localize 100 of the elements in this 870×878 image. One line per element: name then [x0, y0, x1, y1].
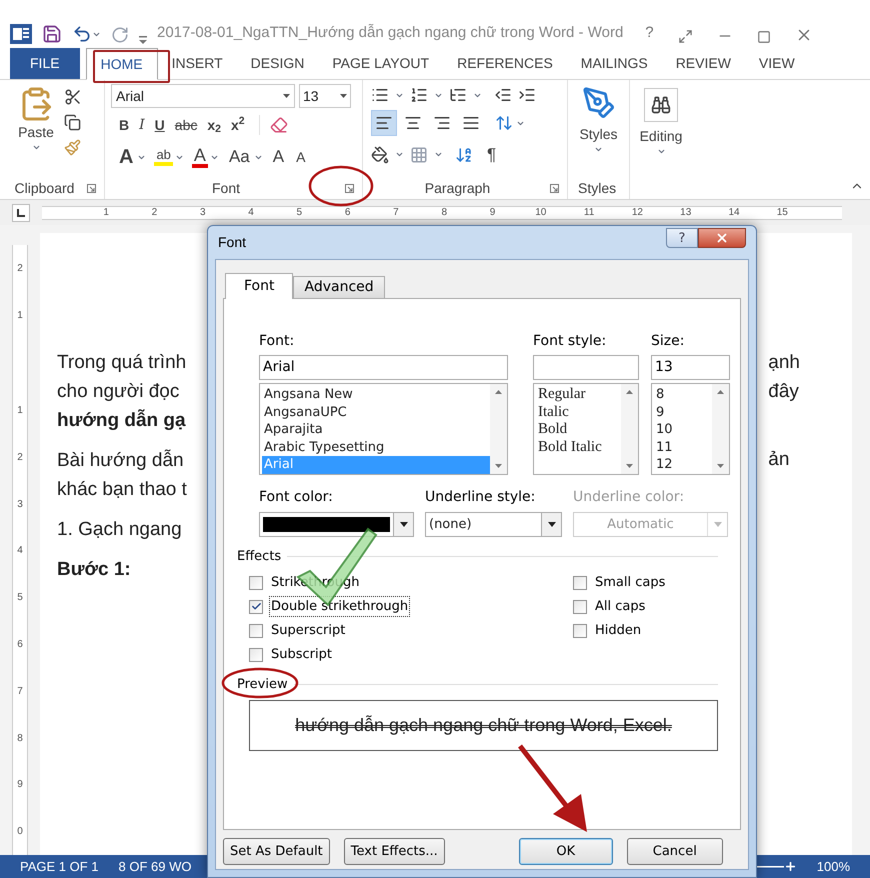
checkbox[interactable] [249, 648, 263, 662]
format-button[interactable]: B [115, 114, 134, 136]
list-item[interactable]: 12 [654, 456, 712, 474]
ribbon-tab[interactable]: MAILINGS [566, 48, 662, 79]
list-item[interactable]: 11 [654, 438, 712, 456]
shading-icon[interactable] [371, 146, 389, 164]
ribbon-tab[interactable]: PAGE LAYOUT [318, 48, 444, 79]
font-style-button[interactable]: A [294, 146, 308, 168]
numbering-icon[interactable] [410, 86, 428, 104]
undo-icon[interactable] [72, 24, 92, 44]
underline-style-dropdown[interactable]: (none) [425, 512, 562, 537]
help-button[interactable]: ? [666, 228, 698, 248]
styles-button[interactable]: Styles [568, 80, 629, 177]
font-style-field[interactable] [533, 355, 639, 380]
ribbon-tab[interactable]: DESIGN [236, 48, 318, 79]
list-item[interactable]: 8 [654, 386, 712, 404]
font-style-button[interactable]: A [270, 144, 286, 170]
line-spacing-icon[interactable] [495, 114, 513, 132]
scroll-up-icon[interactable] [495, 390, 502, 394]
zoom-level[interactable]: 100% [816, 856, 850, 876]
scrollbar[interactable] [621, 384, 638, 474]
dialog-tab[interactable]: Advanced [293, 276, 385, 298]
scroll-up-icon[interactable] [626, 390, 633, 394]
size-field[interactable]: 13 [651, 355, 730, 380]
list-item[interactable]: Italic [536, 404, 621, 421]
font-size-field[interactable]: 13 [299, 84, 351, 108]
redo-icon[interactable] [111, 26, 129, 44]
checkbox-label[interactable]: Superscript [269, 620, 348, 642]
checkbox[interactable] [573, 624, 587, 638]
format-button[interactable]: U [150, 114, 169, 136]
ribbon-display-icon[interactable] [678, 29, 693, 44]
bullets-icon[interactable] [371, 86, 389, 104]
scroll-down-icon[interactable] [495, 464, 502, 468]
ribbon-tab[interactable]: REVIEW [662, 48, 745, 79]
list-item[interactable]: 9 [654, 404, 712, 421]
cut-icon[interactable] [64, 88, 82, 106]
list-item[interactable]: Angsana New [262, 386, 490, 404]
list-item[interactable]: Aparajita [262, 421, 490, 438]
increase-indent-icon[interactable] [518, 86, 536, 104]
font-style-button[interactable]: A [117, 142, 136, 172]
format-button[interactable]: x$_{2}$ [203, 114, 225, 136]
format-button[interactable]: abc [170, 114, 202, 136]
font-field[interactable]: Arial [259, 355, 508, 380]
ribbon-tab[interactable]: REFERENCES [443, 48, 567, 79]
close-button[interactable] [698, 228, 746, 248]
maximize-icon[interactable] [756, 30, 771, 44]
dialog-tab[interactable]: Font [225, 273, 294, 299]
format-button[interactable]: I [135, 114, 149, 136]
scrollbar[interactable] [490, 384, 507, 474]
copy-icon[interactable] [64, 114, 81, 131]
font-style-button[interactable]: A [192, 146, 208, 168]
help-button[interactable]: ? [645, 22, 654, 44]
list-item[interactable]: Bold [536, 421, 621, 438]
scroll-up-icon[interactable] [717, 390, 724, 394]
font-style-button[interactable]: Aa [226, 144, 252, 170]
checkbox[interactable] [249, 576, 263, 590]
dialog-launcher-icon[interactable] [550, 184, 559, 192]
checkbox-label[interactable]: Small caps [593, 572, 668, 594]
paste-button[interactable]: Paste [18, 86, 54, 177]
format-painter-icon[interactable] [64, 139, 81, 156]
word-logo-icon[interactable] [10, 24, 32, 44]
clear-formatting-icon[interactable] [270, 116, 288, 134]
save-icon[interactable] [42, 24, 62, 44]
borders-icon[interactable] [410, 146, 428, 164]
list-item[interactable]: Bold Italic [536, 438, 621, 456]
ribbon-tab[interactable]: VIEW [744, 48, 809, 79]
font-color-dropdown[interactable] [259, 512, 414, 537]
checkbox[interactable] [249, 624, 263, 638]
customize-icon[interactable] [139, 36, 147, 44]
font-style-button[interactable]: ab [154, 148, 173, 166]
dialog-button[interactable]: Text Effects... [344, 838, 445, 865]
font-name-field[interactable]: Arial [111, 84, 295, 108]
dialog-launcher-icon[interactable] [345, 184, 354, 192]
multilevel-list-icon[interactable] [449, 86, 467, 104]
checkbox[interactable] [573, 576, 587, 590]
ribbon-tab[interactable]: HOME [86, 48, 158, 80]
show-marks-button[interactable]: ¶ [487, 142, 496, 168]
decrease-indent-icon[interactable] [494, 86, 512, 104]
checkbox-label[interactable]: Subscript [269, 644, 334, 666]
sort-icon[interactable] [455, 146, 473, 164]
dialog-button[interactable]: OK [518, 838, 613, 865]
tab-selector-icon[interactable] [12, 204, 30, 222]
checkbox-label[interactable]: All caps [593, 596, 648, 618]
list-item[interactable]: 10 [654, 421, 712, 438]
checkbox-label[interactable]: Hidden [593, 620, 644, 642]
format-button[interactable]: x$^{2}$ [227, 114, 249, 136]
ribbon-tab[interactable]: FILE [10, 48, 80, 79]
page-count[interactable]: PAGE 1 OF 1 [20, 856, 99, 876]
word-count[interactable]: 8 OF 69 WO [118, 856, 192, 876]
scroll-down-icon[interactable] [717, 464, 724, 468]
align-button[interactable] [371, 110, 397, 136]
list-item[interactable]: Arabic Typesetting [262, 438, 490, 456]
ribbon-tab[interactable]: INSERT [158, 48, 237, 79]
list-item[interactable]: Regular [536, 386, 621, 404]
editing-button[interactable]: Editing [630, 80, 692, 156]
checkbox[interactable] [573, 600, 587, 614]
dialog-button[interactable]: Set As Default [223, 838, 330, 865]
dialog-button[interactable]: Cancel [626, 838, 723, 865]
dialog-launcher-icon[interactable] [87, 184, 96, 192]
scroll-down-icon[interactable] [626, 464, 633, 468]
